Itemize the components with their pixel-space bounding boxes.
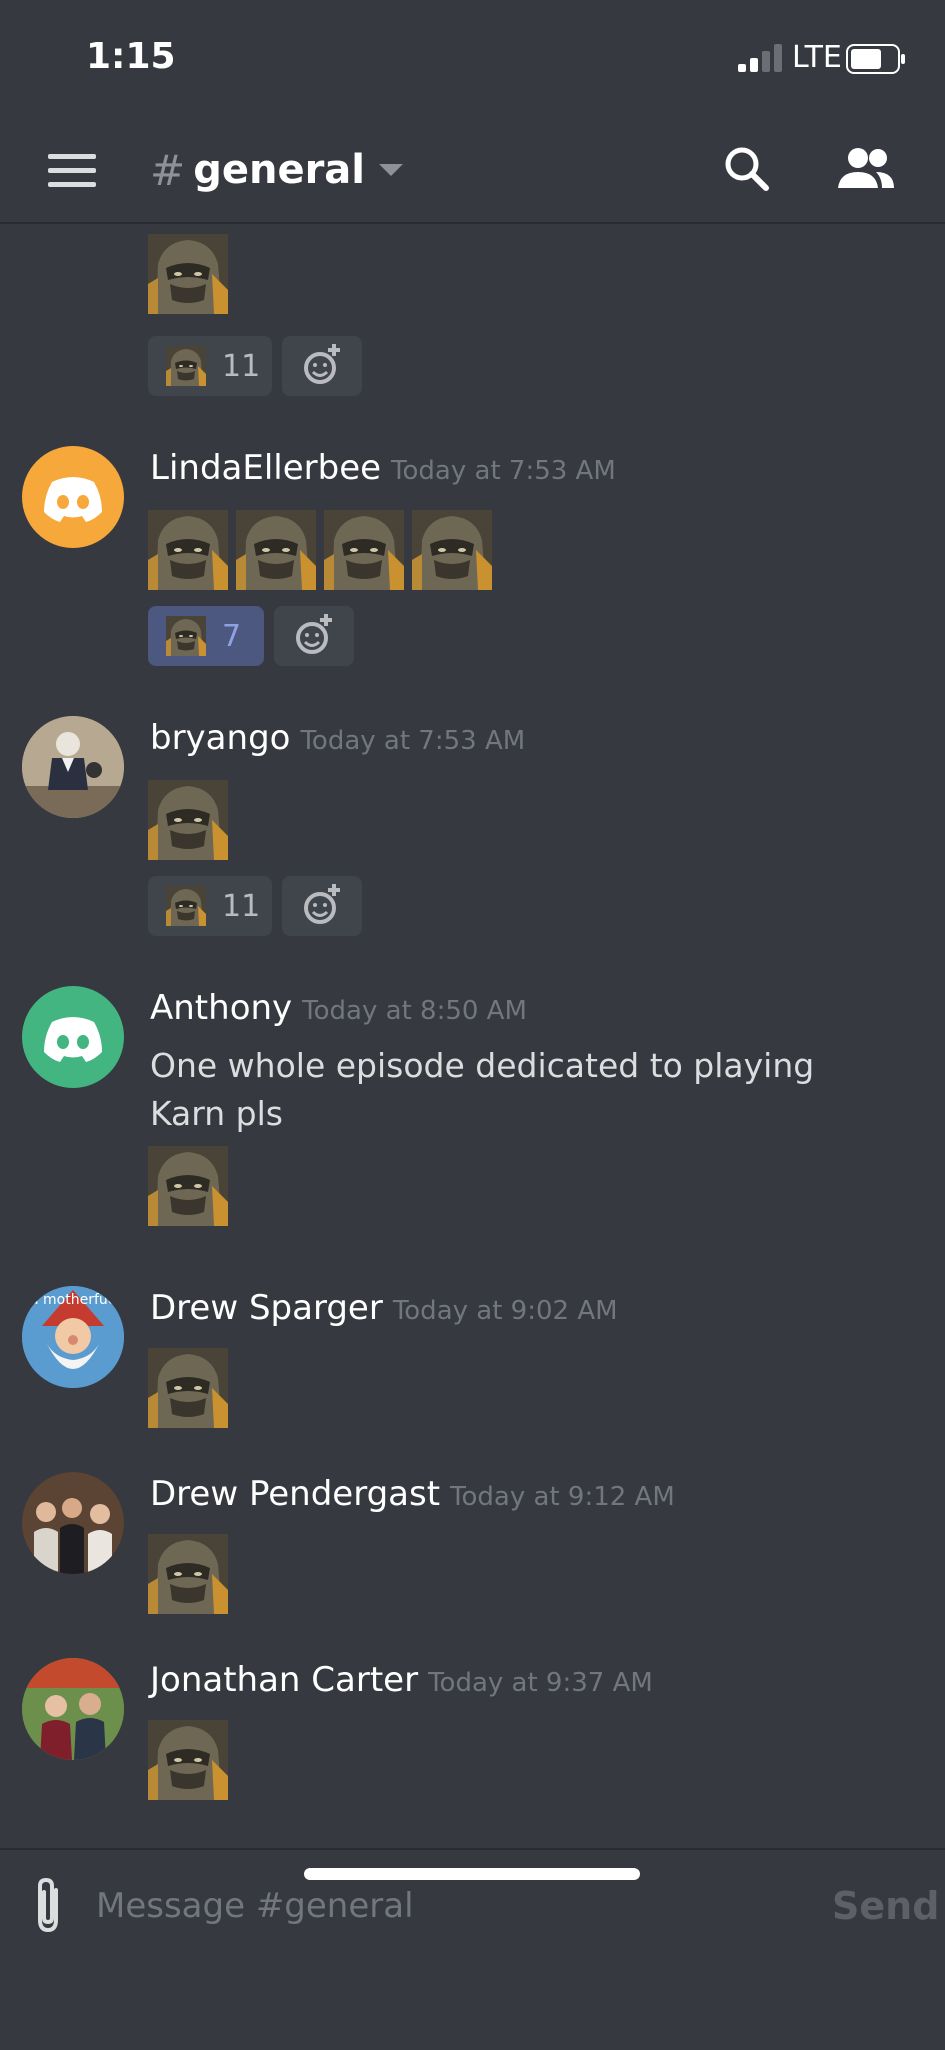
karn-emoji bbox=[324, 510, 404, 590]
avatar[interactable] bbox=[22, 446, 124, 548]
paperclip-icon[interactable] bbox=[30, 1876, 70, 1936]
members-icon[interactable] bbox=[836, 144, 896, 194]
message-text: One whole episode dedicated to playing K… bbox=[150, 1046, 815, 1133]
message-input[interactable]: Message #general bbox=[96, 1886, 414, 1926]
channel-hash-icon: # bbox=[150, 145, 186, 195]
add-reaction-icon[interactable] bbox=[282, 876, 362, 936]
karn-emoji bbox=[166, 886, 206, 926]
menu-icon[interactable] bbox=[48, 148, 96, 194]
couple-photo-icon bbox=[22, 1658, 124, 1760]
karn-emoji bbox=[236, 510, 316, 590]
chevron-down-icon bbox=[379, 164, 403, 176]
karn-emoji bbox=[148, 510, 228, 590]
karn-emoji bbox=[148, 234, 228, 314]
karn-emoji bbox=[148, 1534, 228, 1614]
karn-emoji bbox=[166, 346, 206, 386]
message-timestamp: Today at 8:50 AM bbox=[302, 996, 527, 1026]
channel-header: # general bbox=[0, 120, 945, 224]
group-photo-icon bbox=[22, 1472, 124, 1574]
karn-emoji bbox=[166, 616, 206, 656]
message-author[interactable]: Jonathan Carter bbox=[150, 1660, 418, 1700]
channel-selector[interactable]: # general bbox=[150, 142, 403, 198]
message-author[interactable]: LindaEllerbee bbox=[150, 448, 381, 488]
home-indicator bbox=[304, 1868, 640, 1880]
karn-emoji bbox=[148, 1720, 228, 1800]
message-list[interactable]: 11 LindaEllerbee Today at 7:53 AM 7 brya… bbox=[0, 224, 945, 1848]
karn-emoji bbox=[148, 1348, 228, 1428]
avatar[interactable]: a motherfuc bbox=[22, 1286, 124, 1388]
avatar-caption: a motherfuc bbox=[30, 1292, 116, 1308]
message-timestamp: Today at 7:53 AM bbox=[391, 456, 616, 486]
reaction-count: 11 bbox=[222, 348, 261, 384]
battery-icon bbox=[846, 44, 905, 74]
add-reaction-icon[interactable] bbox=[282, 336, 362, 396]
discord-logo-icon bbox=[22, 986, 124, 1088]
message-author[interactable]: Drew Sparger bbox=[150, 1288, 383, 1328]
search-icon[interactable] bbox=[722, 144, 772, 194]
reaction-count: 7 bbox=[222, 618, 242, 654]
signal-icon bbox=[738, 44, 782, 72]
network-label: LTE bbox=[792, 40, 842, 75]
reaction-karn[interactable]: 11 bbox=[148, 336, 272, 396]
discord-logo-icon bbox=[22, 446, 124, 548]
avatar[interactable] bbox=[22, 716, 124, 818]
send-button[interactable]: Send bbox=[832, 1884, 939, 1928]
status-bar: 1:15 LTE bbox=[0, 0, 945, 120]
add-reaction-icon[interactable] bbox=[274, 606, 354, 666]
user-photo-icon bbox=[22, 716, 124, 818]
karn-emoji bbox=[148, 780, 228, 860]
karn-emoji bbox=[412, 510, 492, 590]
message-timestamp: Today at 9:02 AM bbox=[392, 1296, 618, 1326]
message-timestamp: Today at 7:53 AM bbox=[300, 726, 526, 756]
avatar[interactable] bbox=[22, 1658, 124, 1760]
status-time: 1:15 bbox=[86, 36, 176, 77]
avatar[interactable] bbox=[22, 1472, 124, 1574]
message-author[interactable]: Anthony bbox=[150, 988, 292, 1028]
message-author[interactable]: bryango bbox=[150, 718, 290, 758]
karn-emoji bbox=[148, 1146, 228, 1226]
reaction-count: 11 bbox=[222, 888, 261, 924]
message-author[interactable]: Drew Pendergast bbox=[150, 1474, 440, 1514]
message-timestamp: Today at 9:37 AM bbox=[428, 1668, 653, 1698]
reaction-karn[interactable]: 11 bbox=[148, 876, 272, 936]
channel-name: general bbox=[193, 147, 365, 193]
message-composer: Message #general Send bbox=[0, 1848, 945, 2050]
message-timestamp: Today at 9:12 AM bbox=[450, 1482, 675, 1512]
avatar[interactable] bbox=[22, 986, 124, 1088]
reaction-karn-selected[interactable]: 7 bbox=[148, 606, 264, 666]
